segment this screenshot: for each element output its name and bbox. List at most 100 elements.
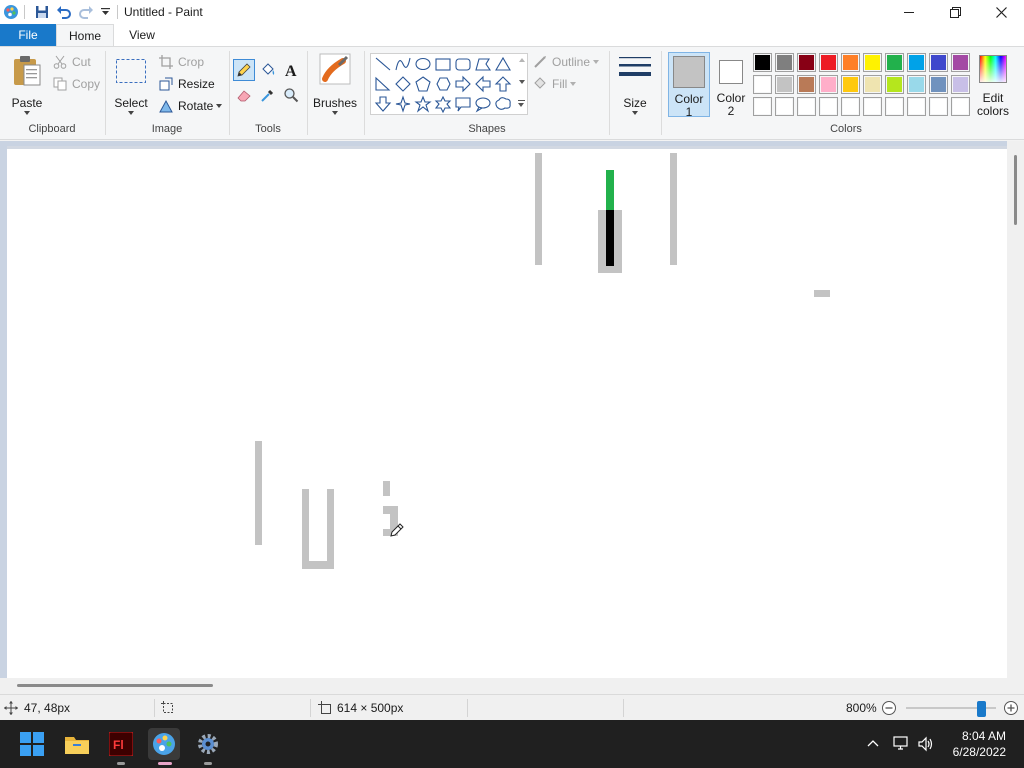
paint-taskbar-button[interactable] [148, 728, 180, 760]
horizontal-scroll-thumb[interactable] [17, 684, 213, 687]
rounded-rectangle-shape-icon[interactable] [455, 58, 471, 71]
line-shape-icon[interactable] [375, 57, 391, 71]
polygon-shape-icon[interactable] [475, 58, 492, 71]
six-point-star-shape-icon[interactable] [434, 95, 452, 114]
size-button[interactable]: Size [613, 51, 657, 117]
palette-swatch[interactable] [863, 97, 882, 116]
tab-file[interactable]: File [0, 24, 56, 46]
palette-swatch[interactable] [753, 53, 772, 72]
cloud-callout-shape-icon[interactable] [495, 97, 511, 110]
zoom-in-button[interactable] [1003, 695, 1019, 721]
palette-swatch[interactable] [885, 75, 904, 94]
left-arrow-shape-icon[interactable] [475, 75, 491, 93]
close-button[interactable] [978, 0, 1024, 24]
palette-swatch[interactable] [863, 53, 882, 72]
rotate-button[interactable]: Rotate [158, 96, 223, 116]
fill-button[interactable]: Fill [532, 74, 577, 94]
taskbar-clock[interactable]: 8:04 AM 6/28/2022 [953, 728, 1006, 760]
five-point-star-shape-icon[interactable] [414, 95, 432, 113]
network-status[interactable] [892, 735, 910, 753]
vertical-scrollbar[interactable] [1007, 141, 1024, 678]
rectangle-shape-icon[interactable] [435, 58, 451, 71]
palette-swatch[interactable] [841, 75, 860, 94]
zoom-slider-thumb[interactable] [977, 701, 986, 717]
up-arrow-shape-icon[interactable] [494, 76, 512, 92]
tab-view[interactable]: View [114, 24, 170, 46]
palette-swatch[interactable] [819, 97, 838, 116]
color2-button[interactable]: Color 2 [712, 52, 750, 118]
hexagon-shape-icon[interactable] [436, 77, 451, 91]
palette-swatch[interactable] [907, 97, 926, 116]
redo-icon[interactable] [75, 1, 97, 23]
curve-shape-icon[interactable] [395, 57, 411, 71]
file-explorer-taskbar-button[interactable] [61, 728, 93, 760]
diamond-shape-icon[interactable] [395, 76, 411, 92]
palette-swatch[interactable] [775, 75, 794, 94]
right-triangle-shape-icon[interactable] [375, 76, 391, 91]
tab-home[interactable]: Home [56, 24, 114, 46]
palette-swatch[interactable] [753, 75, 772, 94]
palette-swatch[interactable] [775, 53, 794, 72]
copy-button[interactable]: Copy [52, 74, 100, 94]
palette-swatch[interactable] [797, 75, 816, 94]
save-icon[interactable] [31, 1, 53, 23]
select-button[interactable]: Select [110, 53, 152, 115]
triangle-shape-icon[interactable] [495, 56, 511, 71]
resize-button[interactable]: Resize [158, 74, 215, 94]
palette-swatch[interactable] [929, 53, 948, 72]
customize-qat-icon[interactable] [97, 1, 113, 23]
palette-swatch[interactable] [797, 97, 816, 116]
pentagon-shape-icon[interactable] [415, 76, 431, 92]
palette-swatch[interactable] [819, 75, 838, 94]
outline-button[interactable]: Outline [532, 52, 600, 72]
down-arrow-shape-icon[interactable] [374, 96, 392, 112]
four-point-star-shape-icon[interactable] [395, 95, 411, 113]
minimize-button[interactable] [886, 0, 932, 24]
edit-colors-button[interactable]: Edit colors [974, 51, 1014, 118]
palette-swatch[interactable] [775, 97, 794, 116]
volume-status[interactable] [917, 735, 935, 753]
vertical-scroll-thumb[interactable] [1014, 155, 1017, 225]
palette-swatch[interactable] [907, 53, 926, 72]
drawing-canvas[interactable] [7, 146, 1007, 680]
palette-swatch[interactable] [885, 97, 904, 116]
horizontal-scrollbar[interactable] [0, 678, 1024, 694]
paint-app-icon[interactable] [0, 1, 22, 23]
palette-swatch[interactable] [951, 75, 970, 94]
settings-taskbar-button[interactable] [192, 728, 224, 760]
rect-callout-shape-icon[interactable] [455, 97, 471, 112]
paste-button[interactable]: Paste [8, 53, 46, 115]
oval-shape-icon[interactable] [415, 57, 431, 71]
brushes-button[interactable]: Brushes [310, 51, 360, 117]
palette-swatch[interactable] [929, 97, 948, 116]
magnifier-tool[interactable] [280, 84, 302, 106]
pencil-tool[interactable] [233, 59, 255, 81]
palette-swatch[interactable] [885, 53, 904, 72]
color-picker-tool[interactable] [257, 84, 279, 106]
oval-callout-shape-icon[interactable] [475, 97, 491, 113]
palette-swatch[interactable] [797, 53, 816, 72]
text-tool[interactable]: A [280, 59, 302, 81]
palette-swatch[interactable] [841, 53, 860, 72]
zoom-slider[interactable] [906, 701, 996, 717]
shapes-scroll-up-icon[interactable] [519, 58, 525, 62]
start-button[interactable] [16, 728, 48, 760]
palette-swatch[interactable] [907, 75, 926, 94]
show-hidden-icons-button[interactable] [865, 736, 881, 752]
palette-swatch[interactable] [819, 53, 838, 72]
palette-swatch[interactable] [951, 53, 970, 72]
palette-swatch[interactable] [841, 97, 860, 116]
undo-icon[interactable] [53, 1, 75, 23]
flash-taskbar-button[interactable]: Fl [105, 728, 137, 760]
crop-button[interactable]: Crop [158, 52, 204, 72]
palette-swatch[interactable] [929, 75, 948, 94]
shapes-expand-icon[interactable] [518, 100, 525, 108]
shapes-scroll-down-icon[interactable] [519, 80, 525, 84]
palette-swatch[interactable] [863, 75, 882, 94]
cut-button[interactable]: Cut [52, 52, 91, 72]
restore-button[interactable] [932, 0, 978, 24]
palette-swatch[interactable] [753, 97, 772, 116]
right-arrow-shape-icon[interactable] [455, 75, 471, 93]
fill-tool[interactable] [257, 59, 279, 81]
palette-swatch[interactable] [951, 97, 970, 116]
